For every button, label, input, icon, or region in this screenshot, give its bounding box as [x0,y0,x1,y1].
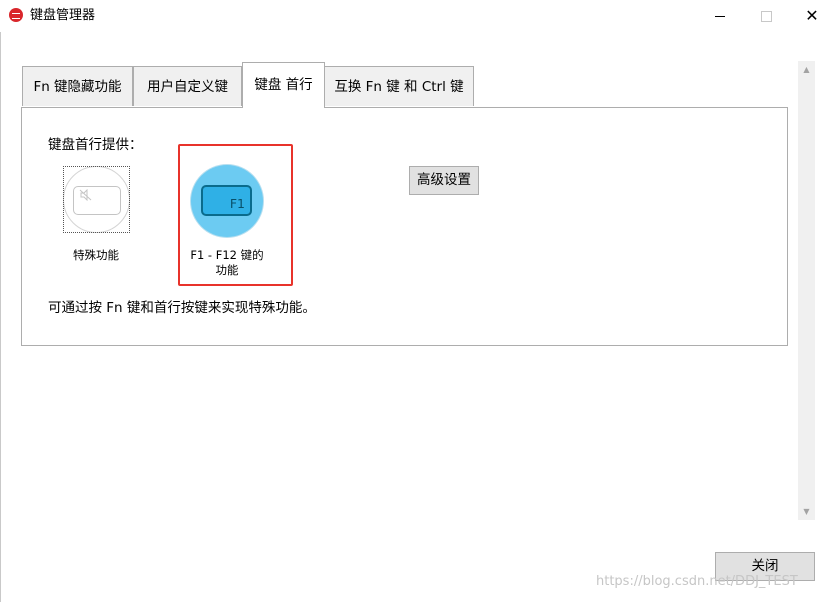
f1-key-text: F1 [229,196,245,211]
special-functions-label: 特殊功能 [73,248,119,262]
tab-fn-hidden-functions[interactable]: Fn 键隐藏功能 [22,66,133,106]
maximize-icon [760,10,772,22]
vertical-scrollbar[interactable]: ▲ ▼ [798,61,815,520]
f1-key-icon: F1 [201,185,252,216]
maximize-button[interactable] [743,0,789,32]
scroll-down-arrow-icon[interactable]: ▼ [798,503,815,520]
top-row-provides-label: 键盘首行提供： [48,137,143,153]
f1-f12-label: F1 - F12 键的 功能 [186,248,268,278]
top-row-description: 可通过按 Fn 键和首行按键来实现特殊功能。 [48,300,316,316]
window-close-button[interactable]: ✕ [789,0,835,32]
tab-strip: Fn 键隐藏功能 用户自定义键 键盘 首行 互换 Fn 键 和 Ctrl 键 [22,62,782,108]
tab-user-defined-keys[interactable]: 用户自定义键 [133,66,242,106]
advanced-settings-button[interactable]: 高级设置 [409,166,479,195]
f1-f12-label-line2: 功能 [215,263,239,277]
f1-f12-label-line1: F1 - F12 键的 [190,248,264,262]
window-left-border [0,32,1,602]
scroll-up-arrow-icon[interactable]: ▲ [798,61,815,78]
minimize-icon [715,15,725,17]
minimize-button[interactable] [697,0,743,32]
watermark-text: https://blog.csdn.net/DDJ_TEST [596,574,798,589]
keyboard-manager-window: 键盘管理器 ✕ Fn 键隐藏功能 用户自定义键 键盘 首行 互换 Fn 键 和 … [0,0,835,602]
window-title: 键盘管理器 [30,8,96,23]
close-icon: ✕ [805,6,819,25]
tab-swap-fn-ctrl[interactable]: 互换 Fn 键 和 Ctrl 键 [324,66,474,106]
mute-speaker-icon [79,189,92,201]
tab-keyboard-top-row[interactable]: 键盘 首行 [242,62,325,108]
app-logo-icon [9,8,23,22]
title-bar: 键盘管理器 ✕ [0,0,835,32]
